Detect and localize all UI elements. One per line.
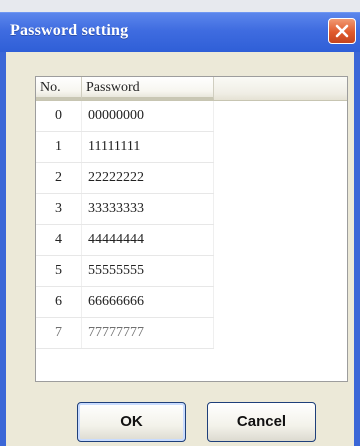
row-password: 66666666 xyxy=(82,287,214,317)
header-filler xyxy=(214,77,347,100)
table-row[interactable]: 2 22222222 xyxy=(36,163,214,194)
row-number: 2 xyxy=(36,163,82,193)
list-header: No. Password xyxy=(36,77,347,101)
table-row[interactable]: 7 77777777 xyxy=(36,318,214,349)
table-row[interactable]: 4 44444444 xyxy=(36,225,214,256)
password-setting-dialog: Password setting No. Password 0 00000000… xyxy=(0,12,360,446)
row-number: 5 xyxy=(36,256,82,286)
dialog-content: No. Password 0 00000000 1 11111111 2 222… xyxy=(6,52,354,446)
table-row[interactable]: 1 11111111 xyxy=(36,132,214,163)
row-password: 33333333 xyxy=(82,194,214,224)
row-number: 7 xyxy=(36,318,82,348)
row-password: 22222222 xyxy=(82,163,214,193)
table-row[interactable]: 6 66666666 xyxy=(36,287,214,318)
close-button[interactable] xyxy=(328,18,356,44)
table-row[interactable]: 3 33333333 xyxy=(36,194,214,225)
row-password: 44444444 xyxy=(82,225,214,255)
title-bar[interactable]: Password setting xyxy=(0,12,360,52)
row-password: 55555555 xyxy=(82,256,214,286)
background-strip xyxy=(0,0,360,12)
close-icon xyxy=(335,24,349,38)
row-number: 4 xyxy=(36,225,82,255)
row-password: 11111111 xyxy=(82,132,214,162)
password-list[interactable]: No. Password 0 00000000 1 11111111 2 222… xyxy=(35,76,348,382)
row-number: 1 xyxy=(36,132,82,162)
list-rows: 0 00000000 1 11111111 2 22222222 3 33333… xyxy=(36,101,347,349)
cancel-button[interactable]: Cancel xyxy=(207,402,316,442)
ok-button[interactable]: OK xyxy=(77,402,186,442)
row-password: 00000000 xyxy=(82,101,214,131)
window-title: Password setting xyxy=(10,22,129,39)
row-number: 6 xyxy=(36,287,82,317)
row-number: 0 xyxy=(36,101,82,131)
row-password: 77777777 xyxy=(82,318,214,348)
table-row[interactable]: 0 00000000 xyxy=(36,101,214,132)
table-row[interactable]: 5 55555555 xyxy=(36,256,214,287)
column-header-no[interactable]: No. xyxy=(36,77,82,100)
row-number: 3 xyxy=(36,194,82,224)
column-header-password[interactable]: Password xyxy=(82,77,214,100)
